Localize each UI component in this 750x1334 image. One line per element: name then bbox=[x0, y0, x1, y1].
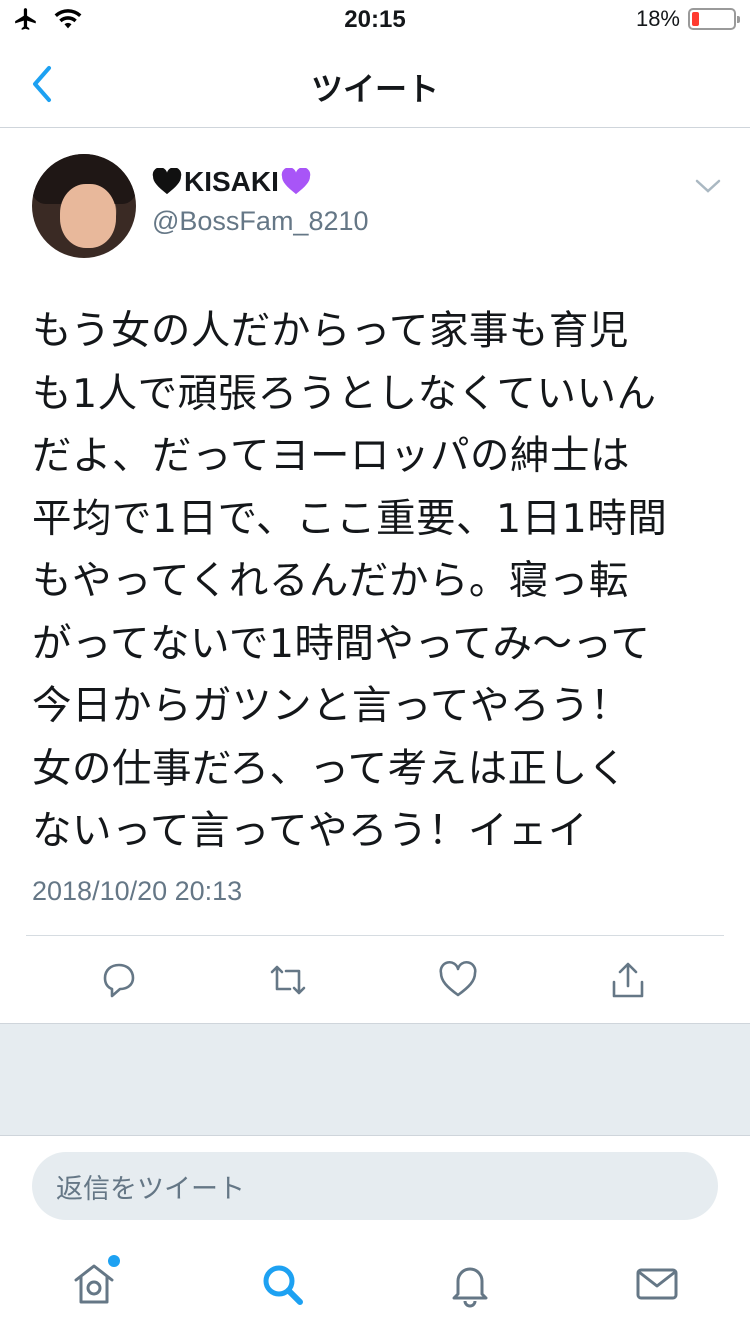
battery-percent: 18% bbox=[635, 6, 680, 31]
page-title: ツイート bbox=[310, 70, 439, 108]
divider bbox=[26, 935, 724, 936]
status-bar: 20:15 18% bbox=[0, 0, 750, 40]
battery-icon bbox=[688, 8, 740, 30]
user-name[interactable]: KISAKI bbox=[152, 166, 311, 198]
search-icon bbox=[263, 1265, 303, 1305]
tweet-detail-screen: 20:15 18% ツイート KISAKI @BossFam_8210 もう女の… bbox=[0, 0, 750, 1334]
reply-thread-area bbox=[0, 1023, 750, 1136]
tweet-actions bbox=[0, 958, 750, 1002]
tweet-timestamp: 2018/10/20 20:13 bbox=[32, 876, 243, 906]
notification-dot bbox=[108, 1255, 120, 1267]
avatar-face bbox=[60, 184, 116, 248]
avatar[interactable] bbox=[32, 154, 136, 258]
user-handle[interactable]: @BossFam_8210 bbox=[152, 206, 369, 237]
reply-icon[interactable] bbox=[97, 958, 141, 1002]
share-icon[interactable] bbox=[606, 958, 650, 1002]
tab-notifications[interactable] bbox=[446, 1260, 494, 1308]
chevron-down-icon[interactable] bbox=[694, 176, 722, 196]
like-icon[interactable] bbox=[436, 958, 480, 1002]
tab-search[interactable] bbox=[258, 1260, 306, 1308]
tweet-text: もう女の人だからって家事も育児 も1人で頑張ろうとしなくていいん だよ、だってヨ… bbox=[32, 308, 668, 854]
messages-icon bbox=[636, 1268, 678, 1300]
black-heart-icon bbox=[152, 168, 182, 195]
tab-bar bbox=[0, 1240, 750, 1334]
reply-input[interactable]: 返信をツイート bbox=[32, 1152, 718, 1220]
status-right: 18% bbox=[635, 6, 740, 32]
home-icon bbox=[74, 1264, 114, 1304]
purple-heart-icon bbox=[281, 168, 311, 195]
notifications-icon bbox=[452, 1267, 488, 1308]
user-name-text: KISAKI bbox=[184, 166, 279, 197]
retweet-icon[interactable] bbox=[266, 958, 310, 1002]
battery-level bbox=[692, 12, 700, 26]
nav-bar: ツイート bbox=[0, 40, 750, 128]
tab-messages[interactable] bbox=[633, 1260, 681, 1308]
tab-home[interactable] bbox=[70, 1255, 120, 1308]
